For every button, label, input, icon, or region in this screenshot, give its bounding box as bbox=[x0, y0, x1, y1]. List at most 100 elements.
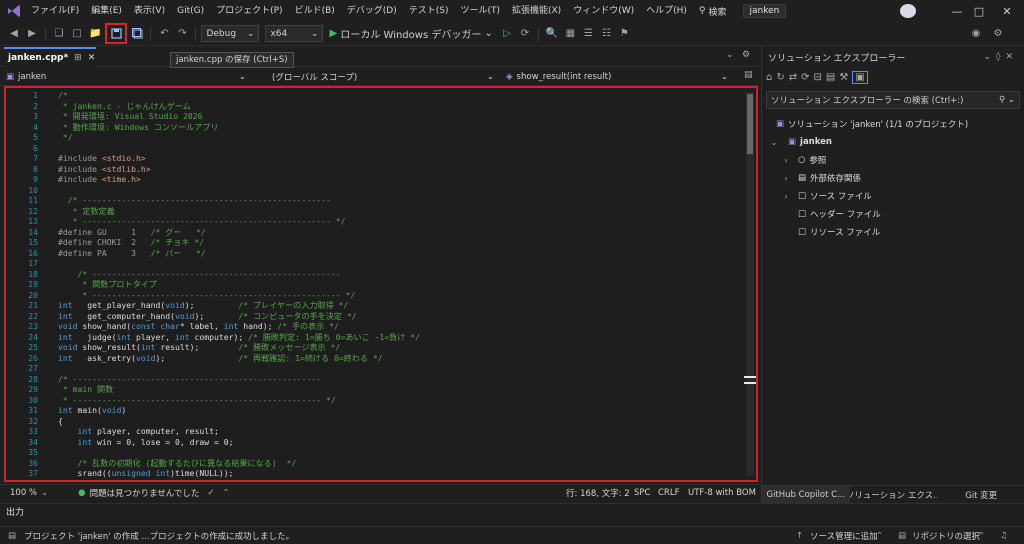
output-window-icon[interactable]: ▤ bbox=[8, 531, 16, 541]
code-line[interactable] bbox=[58, 479, 740, 481]
chevron-right-icon[interactable]: › bbox=[780, 192, 792, 201]
cursor-position[interactable]: 行: 168, 文字: 2 bbox=[566, 487, 630, 499]
chevron-right-icon[interactable]: › bbox=[780, 174, 792, 183]
code-line[interactable]: int ask_retry(void); /* 再戦確認: 1=続ける 0=終わ… bbox=[58, 353, 740, 364]
code-text[interactable]: /* * janken.c - じゃんけんゲーム * 開発環境: Visual … bbox=[58, 88, 740, 480]
code-line[interactable]: void show_hand(const char* label, int ha… bbox=[58, 321, 740, 332]
configuration-dropdown[interactable]: Debug ⌄ bbox=[201, 25, 260, 42]
code-line[interactable]: /* -------------------------------------… bbox=[58, 374, 740, 385]
code-line[interactable]: int get_player_hand(void); /* プレイヤーの入力取得… bbox=[58, 300, 740, 311]
panel-controls[interactable]: ⌄◊✕ bbox=[983, 52, 1018, 62]
code-line[interactable]: * 定数定義 bbox=[58, 206, 740, 217]
find-in-files-icon[interactable]: 🔍 bbox=[544, 25, 560, 43]
code-line[interactable]: /* 乱数の初期化 (起動するたびに異なる結果になる) */ bbox=[58, 458, 740, 469]
code-line[interactable]: #define CHOKI 2 /* チョキ */ bbox=[58, 237, 740, 248]
output-panel-label[interactable]: 出力 bbox=[0, 503, 1024, 521]
member-dropdown[interactable]: ◈ show_result(int result) ⌄ bbox=[506, 70, 728, 84]
code-line[interactable]: * --------------------------------------… bbox=[58, 395, 740, 406]
save-all-icon[interactable] bbox=[129, 25, 145, 43]
code-line[interactable]: #define PA 3 /* パー */ bbox=[58, 248, 740, 259]
project-dropdown[interactable]: ▣ janken ⌄ bbox=[6, 70, 246, 84]
preview-icon[interactable]: ▣ bbox=[852, 70, 868, 84]
tree-solution-node[interactable]: ▣ ソリューション 'janken' (1/1 のプロジェクト) bbox=[762, 115, 1024, 133]
tab-github-copilot[interactable]: GitHub Copilot C... bbox=[762, 486, 850, 503]
code-line[interactable] bbox=[58, 447, 740, 458]
forward-icon[interactable]: ▶ bbox=[24, 25, 40, 43]
code-line[interactable] bbox=[58, 363, 740, 374]
scrollbar-thumb[interactable] bbox=[747, 94, 753, 154]
menu-tools[interactable]: ツール(T) bbox=[454, 0, 506, 22]
refresh-icon[interactable]: ⟳ bbox=[801, 72, 809, 83]
notifications-icon[interactable]: ♫ bbox=[1000, 531, 1008, 541]
code-line[interactable]: * 関数プロトタイプ bbox=[58, 279, 740, 290]
code-line[interactable]: * 動作環境: Windows コンソールアプリ bbox=[58, 122, 740, 133]
chevron-down-icon[interactable]: ⌄ bbox=[768, 138, 780, 147]
sync-icon[interactable]: ⇄ bbox=[789, 72, 797, 83]
show-all-files-icon[interactable]: ▤ bbox=[826, 72, 835, 83]
scope-dropdown[interactable]: (グローバル スコープ) ⌄ bbox=[272, 70, 494, 84]
pin-icon[interactable]: ⊞ bbox=[74, 53, 82, 63]
tab-settings-icon[interactable]: ⚙ bbox=[742, 50, 750, 60]
tab-janken-cpp[interactable]: janken.cpp* ⊞ ✕ bbox=[4, 47, 96, 67]
menu-help[interactable]: ヘルプ(H) bbox=[640, 0, 693, 22]
tab-list-icon[interactable]: ⌄ bbox=[726, 50, 734, 60]
brush-icon[interactable]: ✓ bbox=[207, 488, 214, 498]
menu-build[interactable]: ビルド(B) bbox=[289, 0, 341, 22]
tree-item-resource-files[interactable]: □ リソース ファイル bbox=[762, 223, 1024, 241]
code-line[interactable]: int win = 0, lose = 0, draw = 0; bbox=[58, 437, 740, 448]
settings-icon[interactable]: ⚙ bbox=[990, 25, 1006, 43]
tab-solution-explorer[interactable]: ソリューション エクス... bbox=[850, 486, 938, 503]
code-line[interactable] bbox=[58, 185, 740, 196]
platform-dropdown[interactable]: x64 ⌄ bbox=[265, 25, 324, 42]
menu-project[interactable]: プロジェクト(P) bbox=[210, 0, 288, 22]
code-line[interactable]: #include <stdlib.h> bbox=[58, 164, 740, 175]
collapse-all-icon[interactable]: ⊟ bbox=[814, 72, 822, 83]
menu-edit[interactable]: 編集(E) bbox=[85, 0, 128, 22]
close-icon[interactable]: ✕ bbox=[990, 0, 1024, 22]
new-item-icon[interactable]: ❏ bbox=[51, 25, 67, 43]
undo-icon[interactable]: ↶ bbox=[156, 25, 172, 43]
code-line[interactable]: int get_computer_hand(void); /* コンピュータの手… bbox=[58, 311, 740, 322]
code-line[interactable]: */ bbox=[58, 132, 740, 143]
bookmark-icon[interactable]: ⚑ bbox=[616, 25, 632, 43]
back-icon[interactable]: ◀ bbox=[6, 25, 22, 43]
code-line[interactable]: * main 関数 bbox=[58, 384, 740, 395]
tab-git-changes[interactable]: Git 変更 bbox=[937, 486, 1024, 503]
properties-icon[interactable]: ⚒ bbox=[839, 72, 848, 83]
hot-reload-icon[interactable]: ⟳ bbox=[517, 25, 533, 43]
split-icon[interactable]: ▤ bbox=[744, 70, 753, 80]
code-line[interactable] bbox=[58, 143, 740, 154]
code-line[interactable]: { bbox=[58, 416, 740, 427]
solution-search-input[interactable]: ソリューション エクスプローラー の検索 (Ctrl+:) ⚲ ⌄ bbox=[766, 91, 1020, 109]
menu-debug[interactable]: デバッグ(D) bbox=[341, 0, 403, 22]
code-line[interactable]: * --------------------------------------… bbox=[58, 290, 740, 301]
comment-icon[interactable]: ☰ bbox=[580, 25, 596, 43]
code-line[interactable]: void show_result(int result); /* 勝敗メッセージ… bbox=[58, 342, 740, 353]
add-to-source-control-button[interactable]: ソース管理に追加 bbox=[810, 530, 878, 542]
redo-icon[interactable]: ↷ bbox=[174, 25, 190, 43]
code-line[interactable]: int main(void) bbox=[58, 405, 740, 416]
code-line[interactable]: #define GU 1 /* グー */ bbox=[58, 227, 740, 238]
code-line[interactable]: int judge(int player, int computer); /* … bbox=[58, 332, 740, 343]
select-repository-button[interactable]: リポジトリの選択 bbox=[912, 530, 980, 542]
chevron-right-icon[interactable]: › bbox=[780, 156, 792, 165]
code-editor[interactable]: 1 2 3 4 5 6 7 8 9 10 11 12 13 14 15 16 17 18 19 20 21 22 23 24 2… bbox=[4, 86, 758, 482]
code-line[interactable]: * janken.c - じゃんけんゲーム bbox=[58, 101, 740, 112]
search-box[interactable]: ⚲ 検索 bbox=[693, 5, 733, 18]
tab-close-icon[interactable]: ✕ bbox=[88, 53, 96, 63]
code-line[interactable]: /* -------------------------------------… bbox=[58, 195, 740, 206]
menu-view[interactable]: 表示(V) bbox=[128, 0, 171, 22]
code-line[interactable] bbox=[58, 258, 740, 269]
menu-window[interactable]: ウィンドウ(W) bbox=[567, 0, 640, 22]
code-line[interactable]: srand((unsigned int)time(NULL)); bbox=[58, 468, 740, 479]
menu-extensions[interactable]: 拡張機能(X) bbox=[506, 0, 567, 22]
file-encoding[interactable]: UTF-8 with BOM bbox=[688, 488, 756, 498]
copilot-icon[interactable]: ◉ bbox=[968, 25, 984, 43]
code-line[interactable]: * --------------------------------------… bbox=[58, 216, 740, 227]
tree-item-source-files[interactable]: › □ ソース ファイル bbox=[762, 187, 1024, 205]
chevron-up-icon[interactable]: ⌃ bbox=[223, 488, 230, 498]
open-folder-icon[interactable]: 📁 bbox=[87, 25, 103, 43]
uncomment-icon[interactable]: ☷ bbox=[598, 25, 614, 43]
toolbox-icon[interactable]: ▦ bbox=[562, 25, 578, 43]
menu-file[interactable]: ファイル(F) bbox=[25, 0, 85, 22]
